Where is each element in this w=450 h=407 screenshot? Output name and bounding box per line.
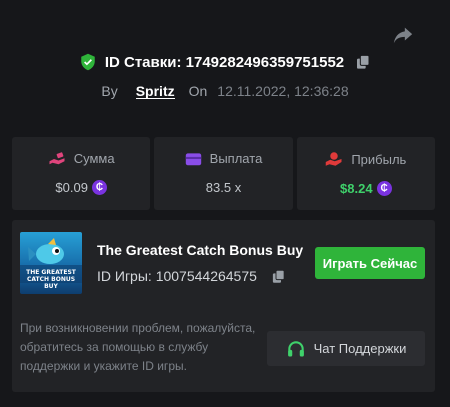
support-chat-label: Чат Поддержки [313, 341, 407, 356]
copy-icon[interactable] [271, 269, 286, 284]
username-link[interactable]: Spritz [135, 84, 175, 99]
verified-shield-icon [81, 53, 95, 71]
stat-profit-label: Прибыль [351, 151, 407, 167]
stat-payout-label: Выплата [209, 151, 263, 166]
on-label: On [188, 83, 208, 99]
game-id-value: 1007544264575 [155, 268, 257, 284]
stat-payout-value: 83.5 x [205, 180, 242, 195]
support-chat-button[interactable]: Чат Поддержки [267, 331, 425, 366]
stat-payout: Выплата 83.5 x [154, 137, 293, 210]
game-id-row: ID Игры: 1007544264575 [97, 268, 286, 284]
profit-hand-icon [326, 152, 342, 166]
by-label: By [101, 83, 118, 99]
game-thumbnail-text: THE GREATEST CATCH BONUS BUY [26, 269, 76, 290]
coin-icon: ₵ [91, 180, 107, 195]
bet-byline: By Spritz On 12.11.2022, 12:36:28 [0, 83, 450, 99]
game-panel: THE GREATEST CATCH BONUS BUY The Greates… [12, 220, 435, 392]
stat-amount-value: $0.09 [55, 180, 88, 195]
game-thumbnail[interactable]: THE GREATEST CATCH BONUS BUY [20, 232, 82, 294]
stat-amount-label: Сумма [73, 151, 115, 166]
game-title: The Greatest Catch Bonus Buy [97, 242, 304, 258]
bet-id-row: ID Ставки: 1749282496359751552 [0, 53, 450, 71]
bet-stats: Сумма $0.09 ₵ Выплата 83.5 x Прибыль $8.… [12, 137, 435, 210]
stat-profit: Прибыль $8.24 ₵ [296, 137, 435, 210]
copy-icon[interactable] [355, 54, 371, 70]
wallet-icon [185, 152, 201, 165]
bet-id-value: 1749282496359751552 [185, 53, 345, 71]
bet-id-label: ID Ставки: [104, 53, 182, 71]
stat-profit-value: $8.24 [340, 181, 373, 196]
headset-icon [287, 340, 304, 356]
share-icon[interactable] [392, 24, 414, 46]
game-id-label: ID Игры: [97, 268, 152, 284]
play-now-button[interactable]: Играть Сейчас [315, 247, 425, 279]
support-help-text: При возникновении проблем, пожалуйста, о… [20, 321, 256, 373]
money-hand-icon [49, 151, 65, 164]
bet-date: 12.11.2022, 12:36:28 [217, 83, 349, 99]
coin-icon: ₵ [376, 181, 392, 196]
stat-amount: Сумма $0.09 ₵ [12, 137, 151, 210]
